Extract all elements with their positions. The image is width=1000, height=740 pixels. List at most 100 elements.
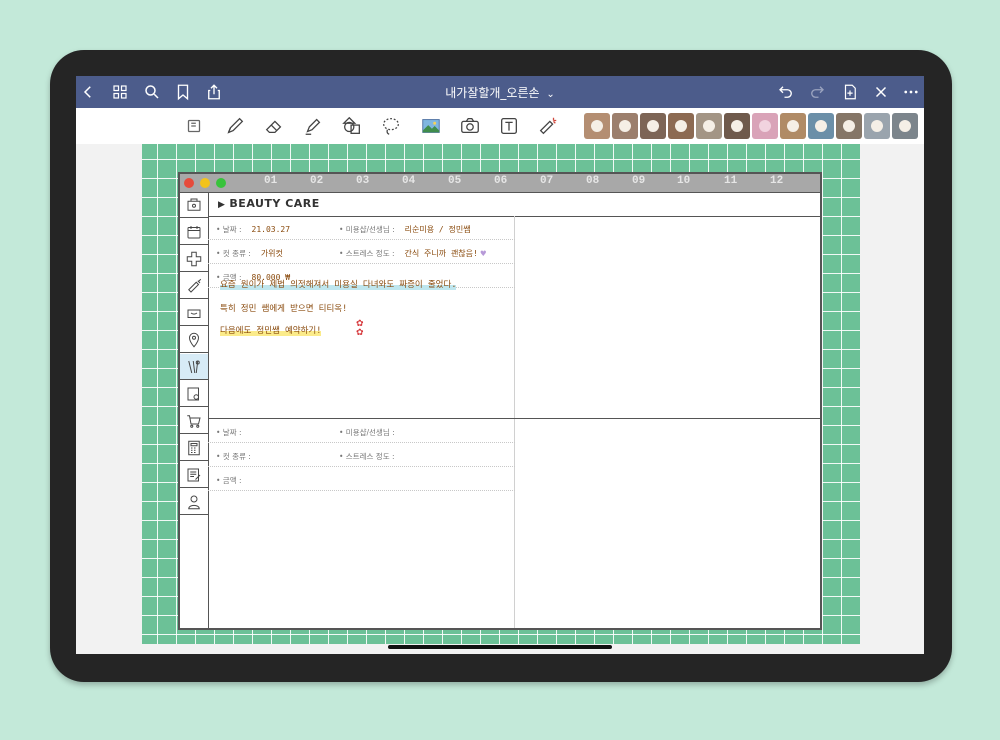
month-tab-01[interactable]: 01: [264, 175, 277, 187]
close-icon[interactable]: [869, 80, 893, 104]
image-icon[interactable]: [418, 114, 444, 138]
month-tab-04[interactable]: 04: [402, 175, 415, 187]
laser-pointer-icon[interactable]: [535, 114, 561, 138]
sticker-thumbnail[interactable]: [780, 113, 806, 139]
date-label: • 날짜 :: [216, 428, 242, 437]
lasso-icon[interactable]: [378, 114, 404, 138]
sticker-thumbnail[interactable]: [696, 113, 722, 139]
stamp-doodle-icon: ✿ ✿: [356, 319, 364, 338]
month-tab-07[interactable]: 07: [540, 175, 553, 187]
date-label: • 날짜 :: [216, 225, 242, 234]
tool-bar: [76, 108, 924, 145]
price-field[interactable]: • 금액 :: [216, 475, 252, 486]
sticker-strip: [584, 113, 918, 139]
sticker-thumbnail[interactable]: [892, 113, 918, 139]
home-icon[interactable]: [180, 192, 208, 218]
month-tab-12[interactable]: 12: [770, 175, 783, 187]
month-tab-bar: 01 02 03 04 05 06 07 08 09 10 11 12: [180, 174, 820, 193]
memo-line-1[interactable]: 요즘 원이가 제법 의젓해져서 미용실 다녀와도 짜증이 줄었다.: [220, 278, 457, 290]
window-dot-yellow: [200, 178, 210, 188]
section-title: ▶ BEAUTY CARE: [218, 197, 320, 210]
undo-icon[interactable]: [774, 80, 798, 104]
month-tab-03[interactable]: 03: [356, 175, 369, 187]
medical-cross-icon[interactable]: [180, 246, 208, 272]
month-tab-02[interactable]: 02: [310, 175, 323, 187]
month-tab-10[interactable]: 10: [677, 175, 690, 187]
sticker-thumbnail[interactable]: [864, 113, 890, 139]
add-page-icon[interactable]: [838, 80, 862, 104]
page-canvas: 01 02 03 04 05 06 07 08 09 10 11 12 ▶ BE…: [76, 144, 924, 654]
home-indicator[interactable]: [388, 645, 612, 649]
memo-icon[interactable]: [180, 462, 208, 488]
sticker-thumbnail[interactable]: [612, 113, 638, 139]
sticker-thumbnail[interactable]: [584, 113, 610, 139]
date-field[interactable]: • 날짜 : 21.03.27: [216, 224, 290, 235]
section-header: ▶ BEAUTY CARE: [208, 192, 820, 217]
cut-type-field[interactable]: • 컷 종류 :: [216, 451, 261, 462]
profile-icon[interactable]: [180, 489, 208, 515]
eraser-icon[interactable]: [261, 114, 287, 138]
reader-icon[interactable]: [181, 114, 207, 138]
month-tab-08[interactable]: 08: [586, 175, 599, 187]
cut-type-label: • 컷 종류 :: [216, 452, 251, 461]
text-icon[interactable]: [496, 114, 522, 138]
month-tab-09[interactable]: 09: [632, 175, 645, 187]
month-tab-06[interactable]: 06: [494, 175, 507, 187]
food-bowl-icon[interactable]: [180, 300, 208, 326]
shopping-cart-icon[interactable]: [180, 408, 208, 434]
beauty-care-planner: 01 02 03 04 05 06 07 08 09 10 11 12 ▶ BE…: [178, 172, 822, 630]
entry2-row-cut-stress: • 컷 종류 : • 스트레스 정도 :: [208, 443, 515, 467]
location-pin-icon[interactable]: [180, 327, 208, 353]
entry2-row-price: • 금액 :: [208, 467, 515, 491]
chevron-down-icon: ⌄: [546, 89, 555, 100]
shapes-icon[interactable]: [339, 114, 365, 138]
memo-line-3[interactable]: 다음에도 정민쌤 예약하기!: [220, 324, 322, 336]
entry1-row-cut-stress: • 컷 종류 : 가위컷 • 스트레스 정도 : 간식 주니까 괜찮음! ♥: [208, 240, 515, 264]
salon-field[interactable]: • 미용샵/선생님 :: [339, 427, 405, 438]
sticker-thumbnail[interactable]: [668, 113, 694, 139]
date-field[interactable]: • 날짜 :: [216, 427, 252, 438]
sticker-thumbnail[interactable]: [752, 113, 778, 139]
stress-field[interactable]: • 스트레스 정도 : 간식 주니까 괜찮음! ♥: [339, 248, 487, 259]
cut-type-label: • 컷 종류 :: [216, 249, 251, 258]
more-icon[interactable]: [899, 80, 923, 104]
date-value: 21.03.27: [251, 225, 291, 234]
play-marker-icon: ▶: [218, 200, 226, 210]
month-tab-11[interactable]: 11: [724, 175, 737, 187]
stress-field[interactable]: • 스트레스 정도 :: [339, 451, 405, 462]
highlighter-icon[interactable]: [300, 114, 326, 138]
window-dot-green: [216, 178, 226, 188]
sticker-thumbnail[interactable]: [640, 113, 666, 139]
stress-label: • 스트레스 정도 :: [339, 452, 395, 461]
grooming-icon[interactable]: [180, 354, 208, 380]
pen-icon[interactable]: [222, 114, 248, 138]
sticker-thumbnail[interactable]: [836, 113, 862, 139]
cut-type-value: 가위컷: [260, 249, 283, 258]
memo-line-2[interactable]: 특히 정민 쌤에게 받으면 티티옥!: [220, 302, 347, 314]
redo-icon[interactable]: [805, 80, 829, 104]
camera-icon[interactable]: [457, 114, 483, 138]
salon-field[interactable]: • 미용샵/선생님 : 리순미용 / 정민쌤: [339, 224, 471, 235]
sticker-thumbnail[interactable]: [724, 113, 750, 139]
calculator-icon[interactable]: [180, 435, 208, 461]
salon-label: • 미용샵/선생님 :: [339, 428, 395, 437]
window-dot-red: [184, 178, 194, 188]
app-screen: 내가잘할개_오른손 ⌄ 01 02 03 04 05 06 07 08 09 1…: [76, 76, 924, 654]
entry2-row-date-salon: • 날짜 : • 미용샵/선생님 :: [208, 419, 515, 443]
month-tab-05[interactable]: 05: [448, 175, 461, 187]
salon-value: 리순미용 / 정민쌤: [404, 225, 471, 234]
cut-type-field[interactable]: • 컷 종류 : 가위컷: [216, 248, 283, 259]
pet-note-icon[interactable]: [180, 381, 208, 407]
entry1-row-date-salon: • 날짜 : 21.03.27 • 미용샵/선생님 : 리순미용 / 정민쌤: [208, 216, 515, 240]
side-tab-column: [180, 192, 209, 628]
price-label: • 금액 :: [216, 476, 242, 485]
sticker-thumbnail[interactable]: [808, 113, 834, 139]
title-bar: 내가잘할개_오른손 ⌄: [76, 76, 924, 108]
heart-icon: ♥: [479, 249, 487, 258]
stress-value: 간식 주니까 괜찮음!: [404, 249, 478, 258]
section-title-text: BEAUTY CARE: [229, 197, 320, 210]
calendar-icon[interactable]: [180, 219, 208, 245]
document-title-text: 내가잘할개_오른손: [445, 86, 540, 100]
stress-label: • 스트레스 정도 :: [339, 249, 395, 258]
syringe-icon[interactable]: [180, 273, 208, 299]
